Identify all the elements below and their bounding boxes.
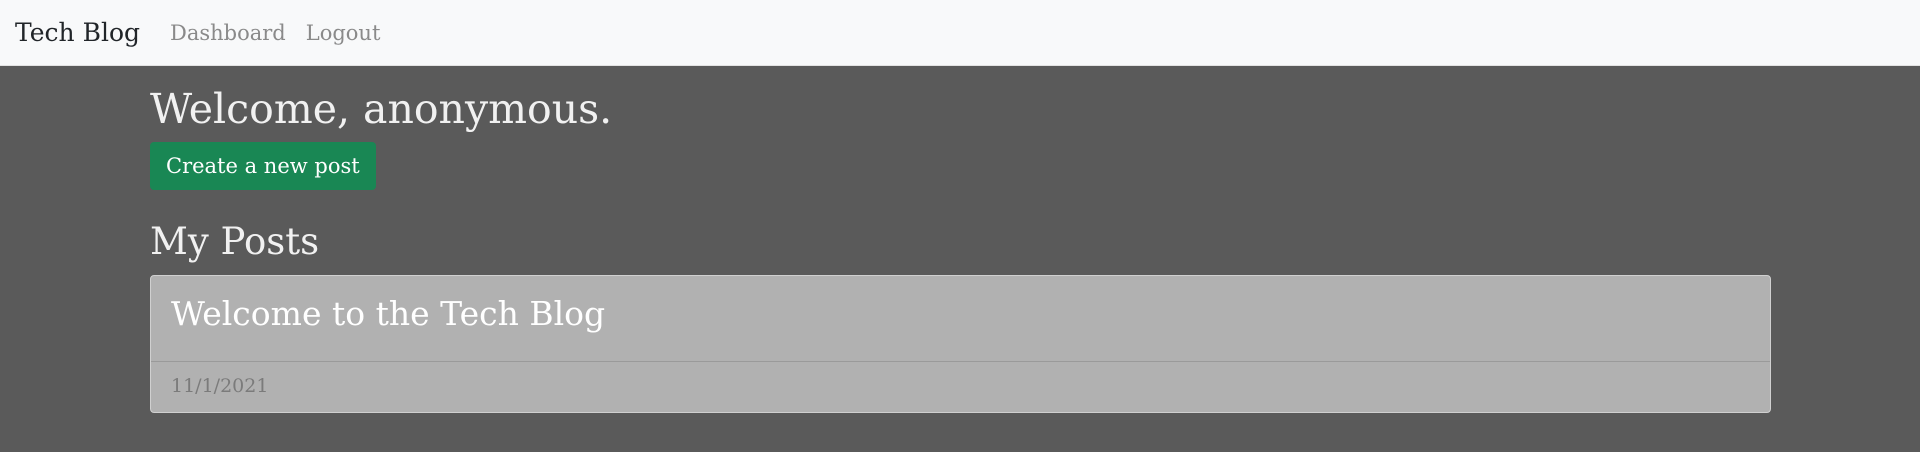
nav-link-dashboard[interactable]: Dashboard: [170, 21, 286, 45]
my-posts-heading: My Posts: [150, 220, 320, 264]
post-date: 11/1/2021: [171, 374, 269, 397]
post-card-header: Welcome to the Tech Blog: [151, 276, 1770, 362]
post-title[interactable]: Welcome to the Tech Blog: [171, 294, 1750, 334]
brand-link[interactable]: Tech Blog: [15, 18, 140, 47]
main-content: Welcome, anonymous. Create a new post My…: [150, 66, 1771, 413]
navbar: Tech Blog Dashboard Logout: [0, 0, 1920, 66]
create-post-button[interactable]: Create a new post: [150, 142, 376, 191]
post-card[interactable]: Welcome to the Tech Blog 11/1/2021: [150, 274, 1771, 413]
welcome-heading: Welcome, anonymous.: [150, 85, 613, 133]
nav-link-logout[interactable]: Logout: [306, 21, 381, 45]
